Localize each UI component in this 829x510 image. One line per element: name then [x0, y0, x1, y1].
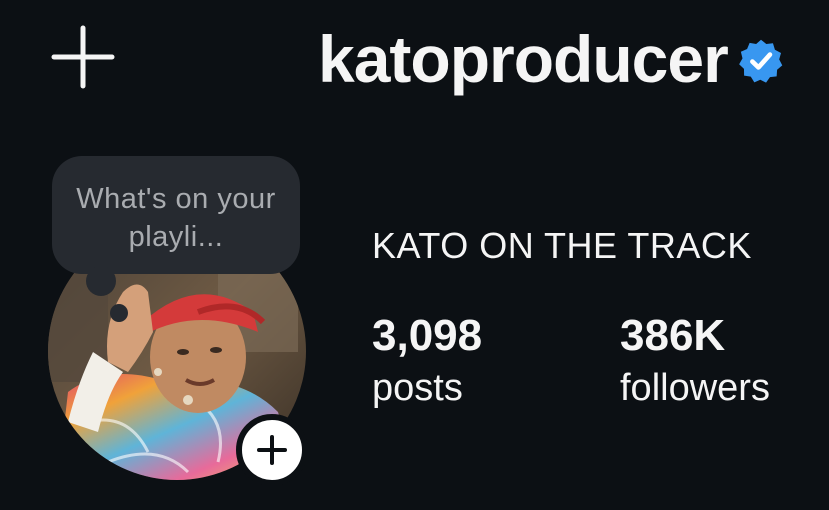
note-bubble-tail: [86, 266, 116, 296]
posts-stat[interactable]: 3,098 posts: [372, 308, 482, 412]
display-name: KATO ON THE TRACK: [372, 225, 752, 266]
followers-label: followers: [620, 367, 770, 409]
followers-stat[interactable]: 386K followers: [620, 308, 770, 412]
note-bubble-tail-small: [110, 304, 128, 322]
followers-count: 386K: [620, 311, 726, 360]
username-header[interactable]: katoproducer: [318, 14, 784, 104]
username: katoproducer: [318, 22, 729, 96]
posts-label: posts: [372, 367, 463, 409]
create-button[interactable]: [50, 24, 116, 90]
plus-icon: [51, 25, 115, 89]
add-story-button[interactable]: [236, 414, 308, 486]
plus-icon: [257, 435, 287, 465]
posts-count: 3,098: [372, 311, 483, 360]
note-text: What's on your playli...: [76, 183, 276, 253]
verified-badge-icon: [738, 39, 783, 83]
note-bubble[interactable]: What's on your playli...: [52, 156, 300, 274]
